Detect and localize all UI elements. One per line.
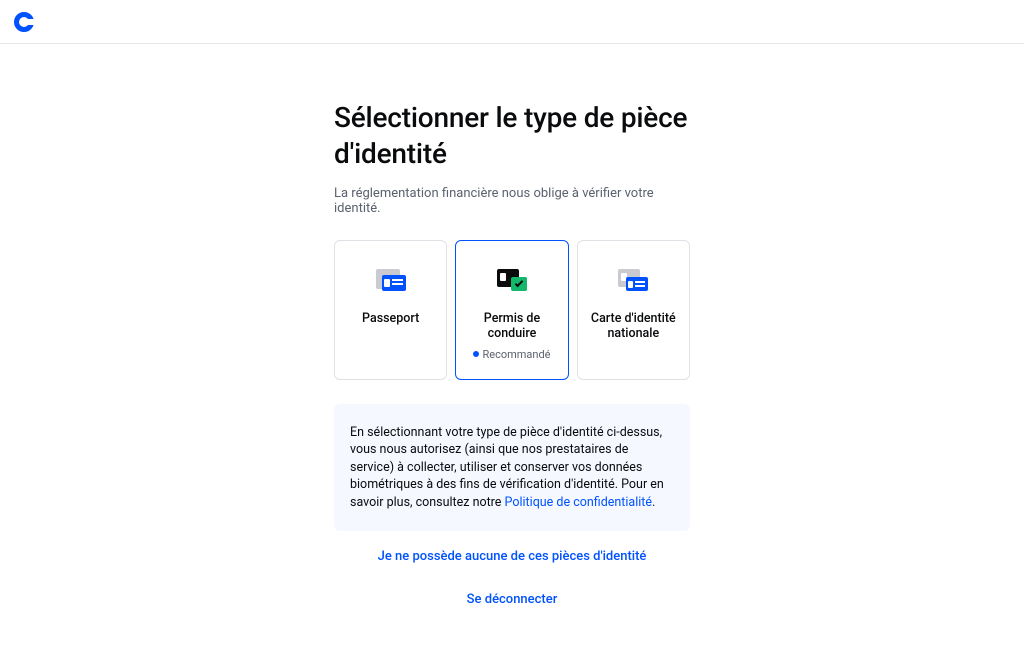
option-national-id[interactable]: Carte d'identité nationale (577, 240, 690, 380)
privacy-policy-link[interactable]: Politique de confidentialité (505, 495, 652, 510)
option-passport[interactable]: Passeport (334, 240, 447, 380)
option-label: Carte d'identité nationale (586, 311, 681, 342)
passport-icon (376, 263, 406, 297)
page-title: Sélectionner le type de pièce d'identité (334, 100, 690, 172)
page-subtitle: La réglementation financière nous oblige… (334, 186, 690, 216)
id-type-options: Passeport Permis de conduire Recommandé (334, 240, 690, 380)
option-label: Permis de conduire (464, 311, 559, 342)
notice-suffix: . (652, 495, 655, 510)
sign-out-link[interactable]: Se déconnecter (334, 592, 690, 607)
dot-icon (473, 351, 479, 357)
brand-logo-icon (14, 12, 34, 32)
option-drivers-license[interactable]: Permis de conduire Recommandé (455, 240, 568, 380)
national-id-icon (618, 263, 648, 297)
no-id-link[interactable]: Je ne possède aucune de ces pièces d'ide… (334, 549, 690, 564)
drivers-license-icon (497, 263, 527, 297)
recommended-badge: Recommandé (473, 348, 550, 361)
option-label: Passeport (362, 311, 419, 327)
badge-text: Recommandé (482, 348, 550, 361)
main-content: Sélectionner le type de pièce d'identité… (302, 44, 722, 647)
consent-notice: En sélectionnant votre type de pièce d'i… (334, 404, 690, 532)
header (0, 0, 1024, 44)
